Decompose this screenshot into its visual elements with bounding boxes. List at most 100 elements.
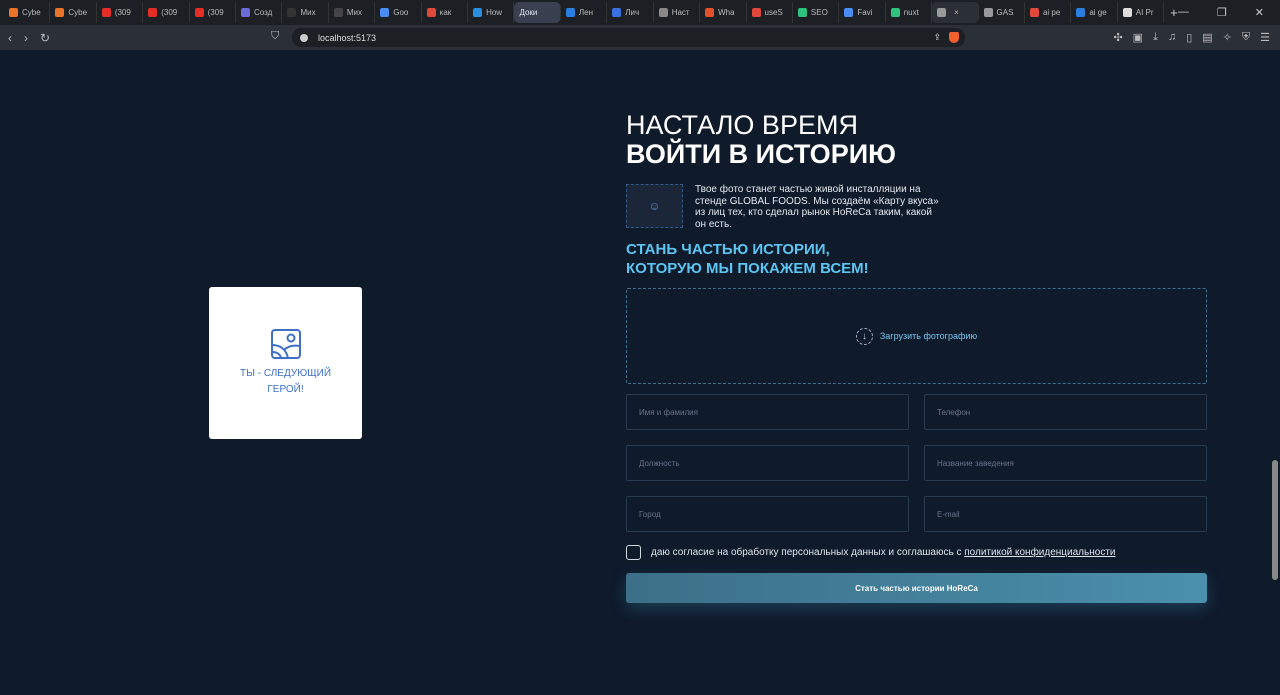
browser-tab[interactable]: ai ge (1071, 2, 1118, 23)
browser-tab[interactable]: useS (747, 2, 793, 23)
tab-favicon-icon (55, 8, 65, 17)
tab-label: ai ge (1089, 8, 1107, 17)
leo-icon[interactable]: ✧ (1223, 31, 1232, 44)
tab-favicon-icon (844, 8, 854, 17)
photo-upload-dropzone[interactable]: ↓ Загрузить фотографию (626, 288, 1207, 384)
tab-label: How (486, 8, 503, 17)
tab-favicon-icon (1076, 8, 1086, 17)
tab-strip: Cybe Cybe (309 (309 (309 Созд Мих Мих Goo как How Д… (0, 0, 1280, 25)
tab-label: Wha (718, 8, 735, 17)
wallet-icon[interactable]: ▤ (1202, 31, 1212, 44)
close-tab-icon[interactable]: × (954, 8, 959, 17)
tab-label: Favi (857, 8, 873, 17)
browser-tab[interactable]: Wha (700, 2, 747, 23)
brave-shield-icon[interactable] (949, 32, 959, 43)
browser-tab[interactable]: Наст (654, 2, 701, 23)
browser-tab[interactable]: Лен (561, 2, 608, 23)
intro-text: Твое фото станет частью живой инсталляци… (695, 184, 939, 230)
tab-label: (309 (114, 8, 131, 17)
browser-tab[interactable]: SEO (793, 2, 840, 23)
tab-favicon-icon (1122, 8, 1132, 17)
browser-tab[interactable]: × (932, 2, 979, 23)
reload-icon[interactable]: ↻ (40, 31, 50, 45)
face-scan-icon: ☺ (626, 184, 683, 228)
site-info-icon[interactable] (300, 33, 308, 42)
browser-tab[interactable]: Goo (375, 2, 422, 23)
browser-tab[interactable]: Созд (236, 2, 283, 23)
browser-tab[interactable]: как (422, 2, 469, 23)
tab-favicon-icon (658, 8, 668, 17)
tab-label: ai pe (1042, 8, 1061, 17)
tab-favicon-icon (101, 8, 111, 17)
tab-favicon-icon (333, 8, 343, 17)
url-text: localhost:5173 (318, 32, 377, 43)
position-input[interactable] (626, 445, 909, 481)
tab-label: Наст (671, 8, 690, 17)
tab-favicon-icon (287, 8, 297, 17)
tab-favicon-icon (380, 8, 390, 17)
privacy-policy-link[interactable]: политикой конфиденциальности (964, 547, 1115, 558)
city-input[interactable] (626, 496, 909, 532)
extensions-icon[interactable]: ✣ (1113, 31, 1122, 44)
tab-favicon-icon (194, 8, 204, 17)
consent-checkbox[interactable] (626, 545, 641, 560)
browser-tab[interactable]: nuxt (886, 2, 933, 23)
tab-label: SEO (810, 8, 828, 17)
upload-label: Загрузить фотографию (879, 331, 978, 341)
tab-favicon-icon (473, 8, 483, 17)
browser-tab[interactable]: AI Pr (1118, 2, 1165, 23)
tab-label: AI Pr (1135, 8, 1154, 17)
tab-label: Лич (625, 8, 640, 17)
address-bar[interactable]: localhost:5173 ⇪ (292, 28, 965, 47)
browser-tab[interactable]: Cybe (50, 2, 97, 23)
tab-favicon-icon (983, 8, 993, 17)
reader-icon[interactable]: ▣ (1133, 31, 1143, 44)
tab-favicon-icon (797, 8, 807, 17)
window-controls: — ❐ ✕ (1178, 6, 1280, 19)
venue-input[interactable] (924, 445, 1207, 481)
share-icon[interactable]: ⇪ (933, 32, 941, 43)
browser-tab[interactable]: (309 (190, 2, 237, 23)
phone-input[interactable] (924, 394, 1207, 430)
browser-tab[interactable]: Лич (607, 2, 654, 23)
browser-tab[interactable]: Cybe (4, 2, 51, 23)
menu-icon[interactable]: ☰ (1260, 31, 1270, 44)
browser-tab[interactable]: GAS (979, 2, 1025, 23)
email-input[interactable] (924, 496, 1207, 532)
tab-label: Мих (346, 8, 362, 17)
vpn-icon[interactable]: ⛨ (1242, 31, 1250, 44)
browser-tab[interactable]: (309 (143, 2, 190, 23)
consent-row: даю согласие на обработку персональных д… (626, 545, 1115, 560)
submit-button[interactable]: Стать частью истории HoReCa (626, 573, 1207, 603)
media-icon[interactable]: ♫ (1168, 31, 1176, 44)
browser-tab[interactable]: Favi (839, 2, 886, 23)
tab-favicon-icon (148, 8, 158, 17)
new-tab-button[interactable]: + (1170, 5, 1178, 20)
bookmark-icon[interactable]: ⛉ (271, 30, 279, 43)
maximize-icon[interactable]: ❐ (1217, 6, 1227, 19)
tab-label: (309 (161, 8, 178, 17)
photo-preview-card: ТЫ - СЛЕДУЮЩИЙ ГЕРОЙ! (209, 287, 362, 439)
browser-tab[interactable]: ai pe (1025, 2, 1072, 23)
scrollbar[interactable] (1272, 55, 1278, 685)
tab-favicon-icon (1029, 8, 1039, 17)
tab-favicon-icon (751, 8, 761, 17)
sidebar-icon[interactable]: ▯ (1186, 31, 1192, 44)
image-icon (270, 329, 301, 359)
name-input[interactable] (626, 394, 909, 430)
back-icon[interactable]: ‹ (8, 31, 12, 45)
browser-tab[interactable]: Мих (329, 2, 376, 23)
extensions-bar: ✣ ▣ ⤓ ♫ ▯ ▤ ✧ ⛨ ☰ (1113, 31, 1270, 44)
browser-tab[interactable]: (309 (97, 2, 144, 23)
forward-icon[interactable]: › (24, 31, 28, 45)
browser-tab[interactable]: Доки (514, 2, 561, 23)
download-icon[interactable]: ⤓ (1153, 31, 1158, 44)
browser-tab[interactable]: How (468, 2, 515, 23)
browser-tab[interactable]: Мих (282, 2, 329, 23)
tab-favicon-icon (612, 8, 622, 17)
tab-label: как (439, 8, 452, 17)
close-window-icon[interactable]: ✕ (1255, 6, 1264, 19)
upload-icon: ↓ (855, 327, 873, 345)
tab-favicon-icon (241, 8, 251, 17)
minimize-icon[interactable]: — (1178, 6, 1189, 19)
